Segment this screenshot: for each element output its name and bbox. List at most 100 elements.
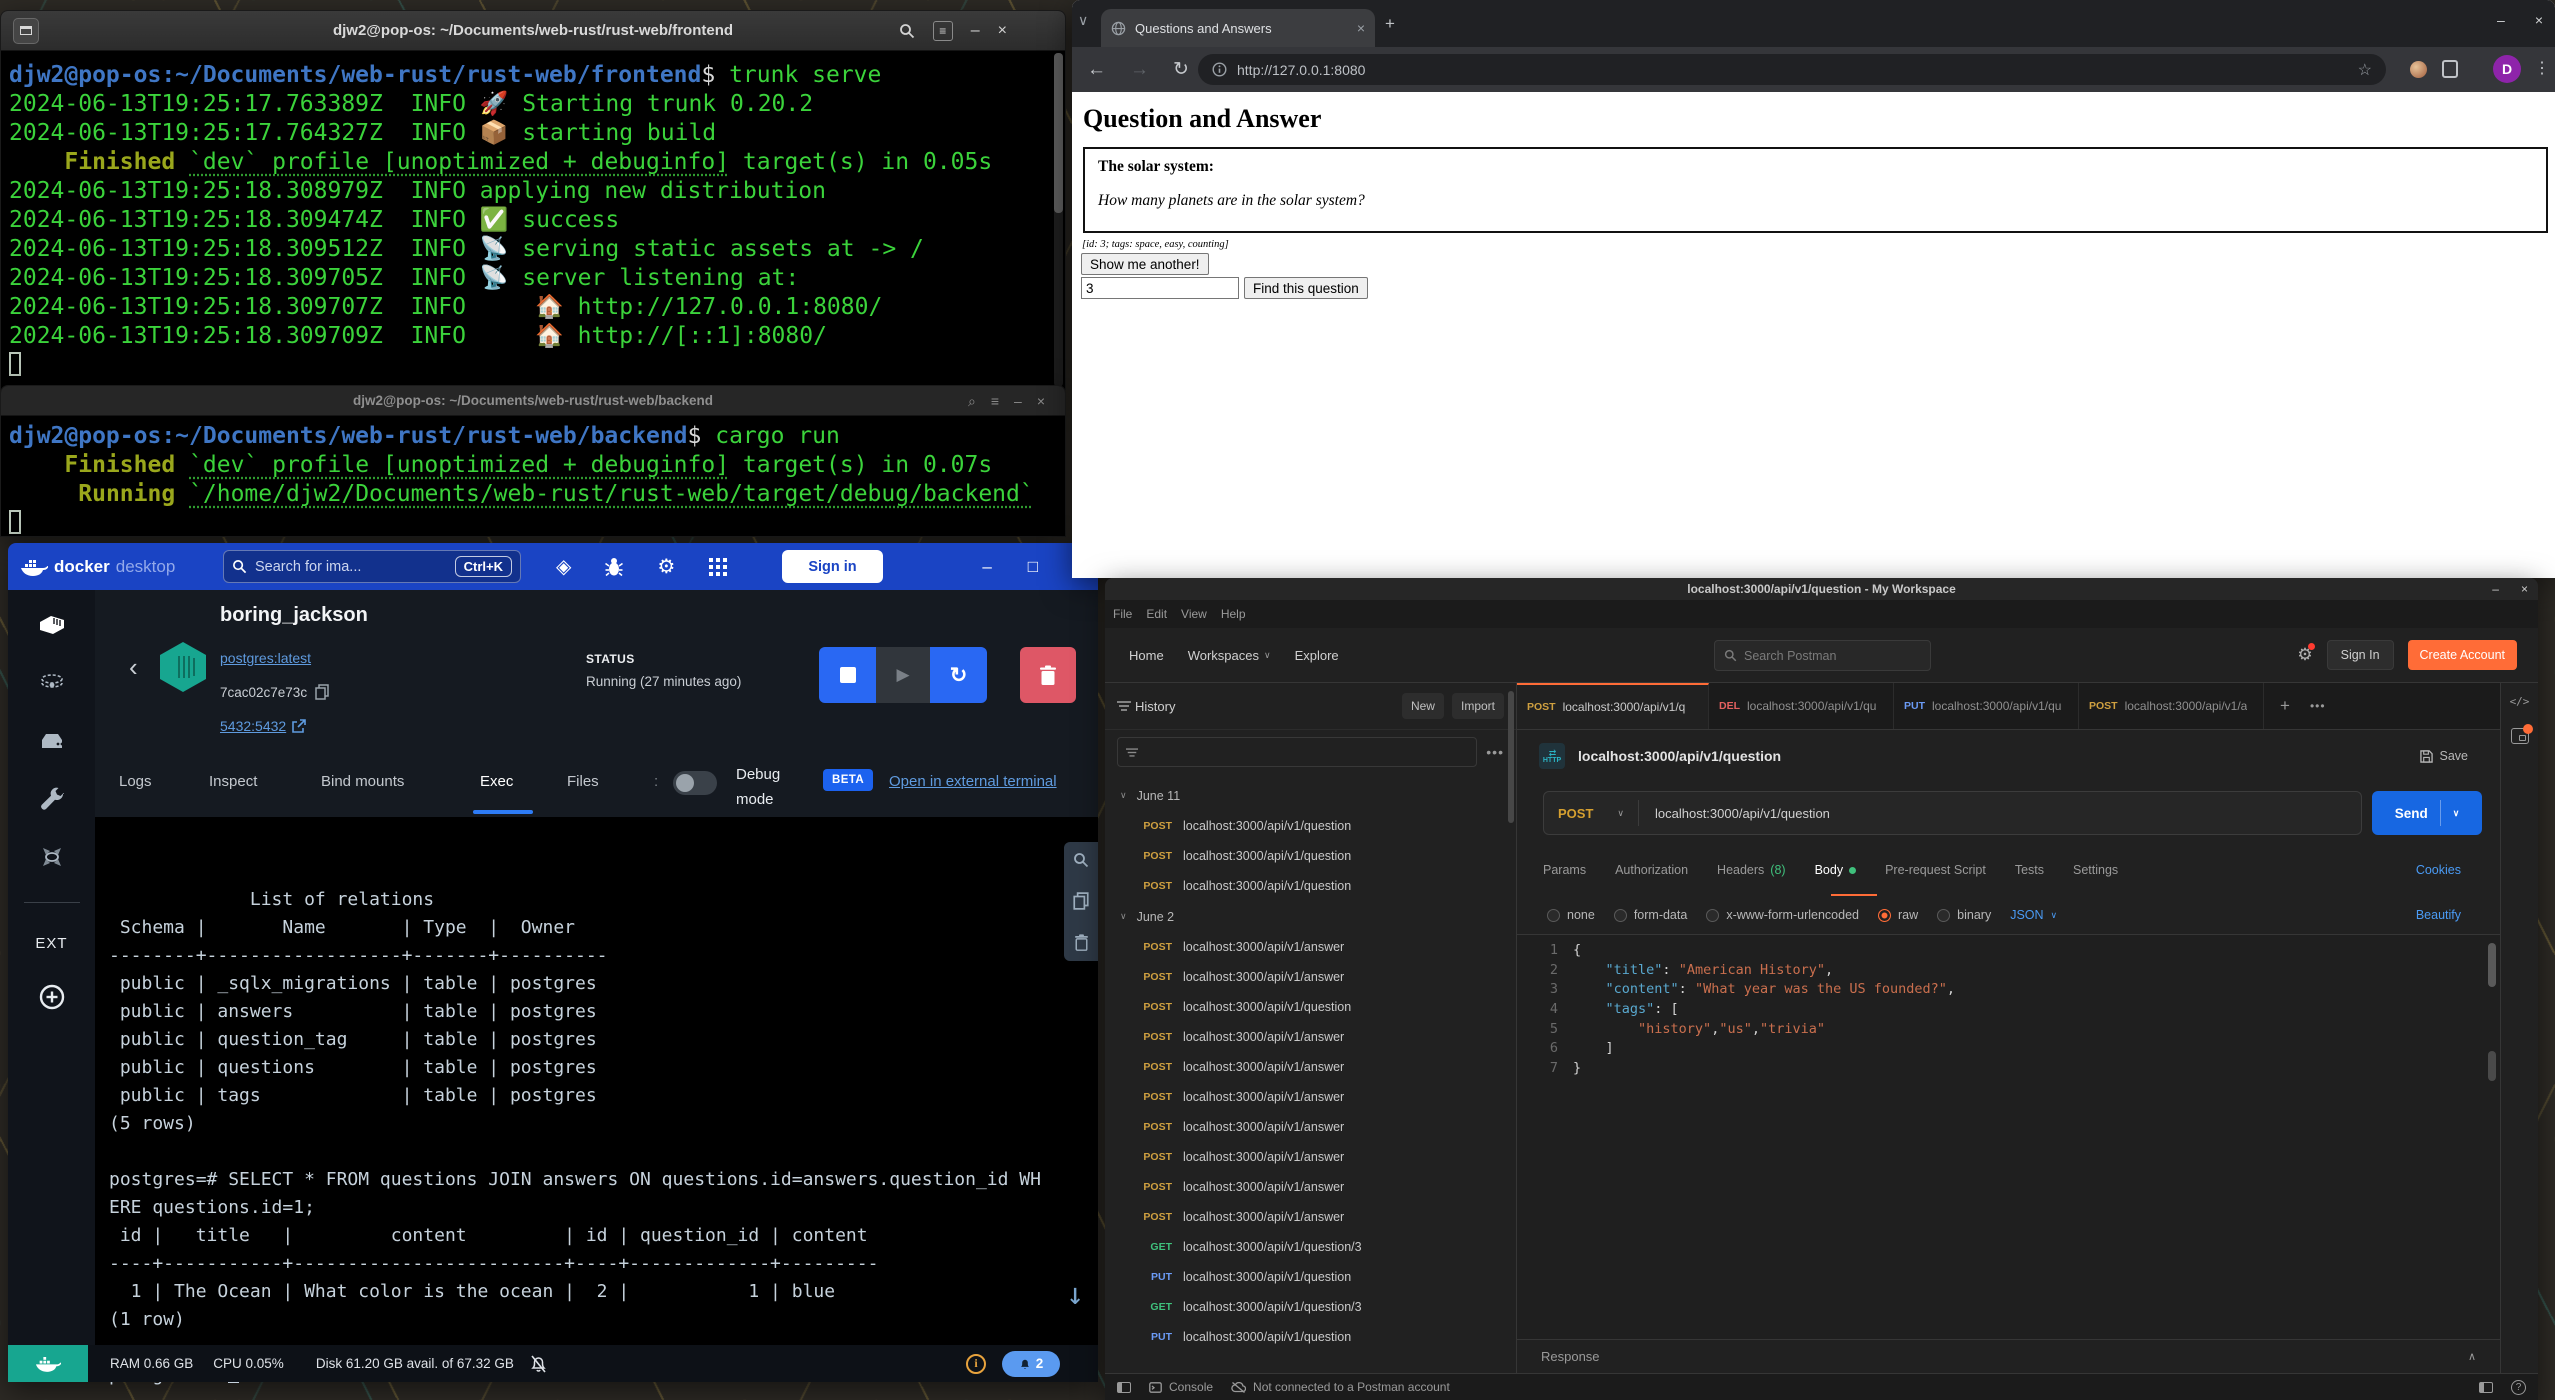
tab-headers[interactable]: Headers(8): [1717, 863, 1786, 877]
notifications-badge[interactable]: 2: [1002, 1351, 1060, 1377]
start-container-button[interactable]: ▶: [876, 647, 930, 703]
search-icon[interactable]: ⌕: [968, 394, 976, 408]
sidebar-images-icon[interactable]: [37, 670, 67, 696]
tab-logs[interactable]: Logs: [119, 773, 152, 790]
postman-search-bar[interactable]: [1714, 640, 1931, 671]
save-button[interactable]: Save: [2420, 749, 2469, 763]
history-item[interactable]: POSTlocalhost:3000/api/v1/answer: [1105, 1112, 1516, 1142]
tab-tests[interactable]: Tests: [2015, 863, 2044, 877]
notifications-muted-icon[interactable]: [530, 1355, 547, 1373]
history-item[interactable]: POSTlocalhost:3000/api/v1/answer: [1105, 962, 1516, 992]
tab-params[interactable]: Params: [1543, 863, 1586, 877]
method-select[interactable]: POST: [1558, 806, 1593, 821]
minimize-icon[interactable]: –: [1014, 394, 1022, 408]
container-port[interactable]: 5432:5432: [220, 718, 306, 734]
history-date-group[interactable]: ∨June 2: [1105, 901, 1516, 932]
new-request-tab-icon[interactable]: +: [2280, 696, 2290, 716]
close-icon[interactable]: ×: [2535, 12, 2543, 28]
more-actions-icon[interactable]: •••: [1486, 744, 1504, 760]
menu-icon[interactable]: ≡: [991, 394, 999, 408]
create-account-button[interactable]: Create Account: [2408, 640, 2517, 670]
extension-icon[interactable]: [2410, 61, 2427, 78]
tab-files[interactable]: Files: [567, 773, 599, 790]
docker-search-bar[interactable]: Ctrl+K: [223, 550, 521, 583]
new-window-icon[interactable]: [13, 18, 39, 44]
sidebar-filter-icon[interactable]: [1117, 700, 1131, 712]
beautify-link[interactable]: Beautify: [2416, 908, 2461, 922]
send-button[interactable]: Send ∨: [2372, 791, 2482, 835]
history-filter-field[interactable]: [1146, 745, 1468, 759]
postman-search-input[interactable]: [1744, 649, 1921, 663]
mode-form-data[interactable]: form-data: [1614, 908, 1688, 922]
nav-home[interactable]: Home: [1129, 648, 1164, 663]
restart-container-button[interactable]: ↻: [930, 647, 987, 703]
mode-binary[interactable]: binary: [1937, 908, 1991, 922]
minimize-icon[interactable]: –: [2492, 582, 2499, 596]
docker-engine-whale-button[interactable]: [8, 1345, 88, 1382]
profile-avatar[interactable]: D: [2493, 55, 2521, 83]
sidebar-volumes-icon[interactable]: [37, 728, 67, 754]
url-input-box[interactable]: POST ∨ localhost:3000/api/v1/question: [1543, 791, 2362, 835]
tab-body[interactable]: Body: [1815, 863, 1857, 877]
history-item[interactable]: POSTlocalhost:3000/api/v1/answer: [1105, 1052, 1516, 1082]
menu-help[interactable]: Help: [1221, 607, 1246, 621]
docker-search-input[interactable]: [255, 559, 447, 575]
reload-icon[interactable]: ↻: [1173, 58, 1189, 81]
close-icon[interactable]: ×: [2521, 582, 2528, 596]
tab-authorization[interactable]: Authorization: [1615, 863, 1688, 877]
chevron-down-icon[interactable]: ∨: [1617, 808, 1624, 819]
scrollbar[interactable]: [2488, 1051, 2496, 1081]
tab-search-icon[interactable]: ∨: [1078, 12, 1088, 29]
request-tab[interactable]: POSTlocalhost:3000/api/v1/a: [2079, 683, 2264, 729]
site-info-icon[interactable]: [1212, 62, 1227, 77]
browser-tab[interactable]: Questions and Answers ×: [1101, 9, 1375, 47]
terminal-titlebar[interactable]: djw2@pop-os: ~/Documents/web-rust/rust-w…: [1, 11, 1065, 51]
container-image-link[interactable]: postgres:latest: [220, 650, 311, 666]
history-item[interactable]: PUTlocalhost:3000/api/v1/question: [1105, 1262, 1516, 1292]
history-item[interactable]: POSTlocalhost:3000/api/v1/answer: [1105, 932, 1516, 962]
close-icon[interactable]: ×: [998, 23, 1007, 39]
debug-mode-toggle[interactable]: [673, 771, 717, 795]
open-external-terminal-link[interactable]: Open in external terminal: [889, 773, 1057, 790]
sidebar-containers-icon[interactable]: [37, 612, 67, 638]
exec-terminal[interactable]: List of relations Schema | Name | Type |…: [95, 818, 1098, 1345]
history-filter-input[interactable]: [1117, 737, 1477, 767]
menu-file[interactable]: File: [1113, 607, 1132, 621]
cookies-link[interactable]: Cookies: [2416, 863, 2461, 877]
expand-response-chevron-icon[interactable]: ∧: [2468, 1350, 2476, 1363]
scrollbar[interactable]: [1508, 691, 1514, 823]
tab-pre-request-script[interactable]: Pre-request Script: [1885, 863, 1986, 877]
forward-icon[interactable]: →: [1130, 59, 1149, 81]
tab-settings[interactable]: Settings: [2073, 863, 2118, 877]
sidebar-add-extensions-icon[interactable]: [37, 984, 67, 1010]
tab-bind-mounts[interactable]: Bind mounts: [321, 773, 404, 790]
help-icon[interactable]: ?: [2511, 1380, 2526, 1395]
request-url[interactable]: localhost:3000/api/v1/question: [1655, 806, 1830, 821]
tab-options-icon[interactable]: •••: [2310, 699, 2326, 713]
format-select[interactable]: JSON∨: [2010, 908, 2057, 922]
copy-icon[interactable]: [315, 684, 329, 700]
question-id-input[interactable]: [1081, 277, 1239, 299]
bug-icon[interactable]: [605, 557, 623, 577]
deploy-icon[interactable]: ◈: [556, 554, 571, 579]
mode-none[interactable]: none: [1547, 908, 1595, 922]
copy-icon[interactable]: [1073, 892, 1089, 910]
trash-icon[interactable]: [1074, 934, 1089, 951]
scroll-to-bottom-icon[interactable]: ↓: [1066, 1281, 1084, 1309]
split-panel-icon[interactable]: [2479, 1382, 2493, 1393]
find-question-button[interactable]: Find this question: [1244, 277, 1368, 299]
settings-gear-icon[interactable]: ⚙: [2297, 645, 2312, 665]
scrollbar[interactable]: [1054, 53, 1063, 387]
sidebar-extensions-label[interactable]: EXT: [35, 935, 67, 952]
capture-requests-icon[interactable]: [2511, 728, 2529, 744]
postman-titlebar[interactable]: localhost:3000/api/v1/question - My Work…: [1105, 578, 2538, 600]
settings-gear-icon[interactable]: ⚙: [657, 554, 675, 579]
delete-container-button[interactable]: [1020, 647, 1076, 703]
nav-workspaces[interactable]: Workspaces∨: [1188, 648, 1271, 663]
browser-menu-icon[interactable]: ⋮: [2534, 58, 2550, 78]
extensions-icon[interactable]: [2442, 60, 2458, 78]
send-options-chevron-icon[interactable]: ∨: [2453, 808, 2460, 819]
mode-x-www-form-urlencoded[interactable]: x-www-form-urlencoded: [1706, 908, 1859, 922]
tab-close-icon[interactable]: ×: [1357, 20, 1365, 36]
console-button[interactable]: Console: [1149, 1380, 1213, 1394]
